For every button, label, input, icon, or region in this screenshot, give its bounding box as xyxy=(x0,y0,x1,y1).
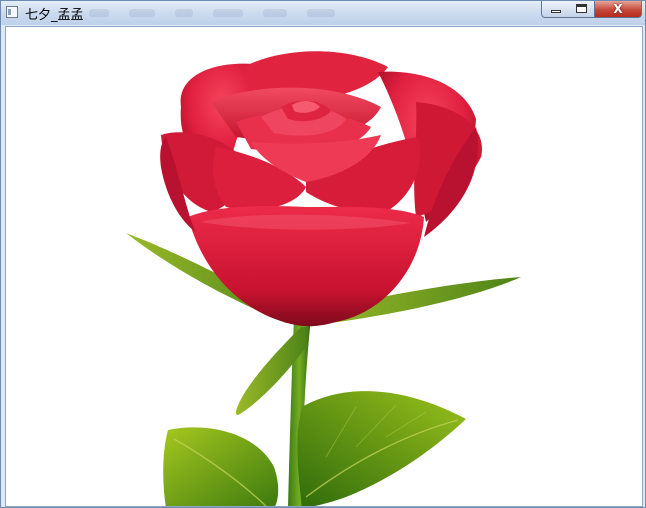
minimize-icon xyxy=(551,10,561,13)
minimize-button[interactable] xyxy=(541,1,569,18)
maximize-button[interactable] xyxy=(568,1,595,18)
app-window: 七夕_孟孟 X xyxy=(0,0,646,508)
close-button[interactable]: X xyxy=(595,1,642,18)
close-icon: X xyxy=(613,2,623,16)
window-title: 七夕_孟孟 xyxy=(25,8,84,23)
title-bar-ghost-text xyxy=(89,9,335,17)
canvas-area xyxy=(5,26,643,507)
maximize-icon xyxy=(576,4,587,13)
lower-left-leaf xyxy=(163,427,279,506)
lower-right-leaf xyxy=(297,391,466,506)
app-icon[interactable] xyxy=(6,6,18,18)
rose-illustration xyxy=(126,51,521,506)
